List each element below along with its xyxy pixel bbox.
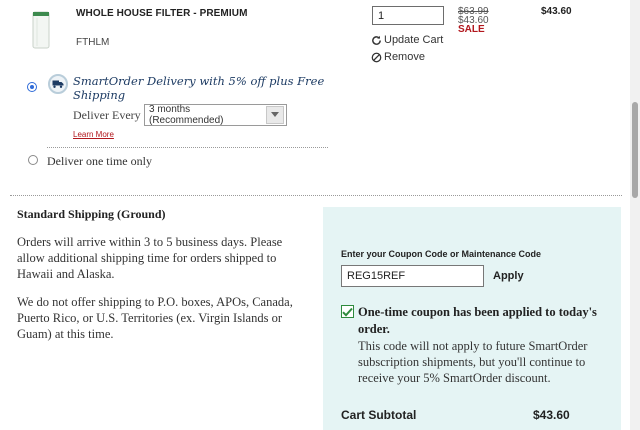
product-image[interactable] [32, 10, 50, 50]
smartorder-label[interactable]: SmartOrder Delivery with 5% off plus Fre… [73, 74, 333, 102]
one-time-label[interactable]: Deliver one time only [47, 154, 152, 169]
frequency-value: 3 months (Recommended) [149, 104, 224, 126]
scrollbar-thumb[interactable] [632, 102, 638, 198]
deliver-every-label: Deliver Every [73, 108, 141, 122]
scrollbar-track[interactable] [630, 0, 640, 430]
remove-label: Remove [384, 51, 425, 63]
apply-button[interactable]: Apply [493, 270, 524, 282]
coupon-applied-title: One-time coupon has been applied to toda… [358, 305, 597, 336]
shipping-info-text: Orders will arrive within 3 to 5 busines… [17, 235, 283, 281]
chevron-down-icon [266, 106, 284, 124]
smartorder-radio[interactable] [27, 82, 37, 92]
shipping-title: Standard Shipping (Ground) [17, 207, 166, 221]
checkmark-icon [341, 305, 354, 318]
product-name[interactable]: WHOLE HOUSE FILTER - PREMIUM [76, 8, 248, 19]
update-cart-label: Update Cart [384, 34, 444, 46]
refresh-icon [371, 35, 382, 46]
product-sku: FTHLM [76, 37, 110, 48]
remove-circle-icon [371, 52, 382, 63]
frequency-select[interactable]: 3 months (Recommended) [144, 104, 287, 126]
shipping-restrictions-text: We do not offer shipping to P.O. boxes, … [17, 295, 293, 341]
coupon-applied-note: This code will not apply to future Smart… [358, 339, 588, 385]
subtotal-label: Cart Subtotal [341, 408, 417, 422]
divider [47, 147, 328, 148]
sale-badge: SALE [458, 24, 485, 35]
quantity-input[interactable] [372, 6, 444, 25]
remove-link[interactable]: Remove [371, 51, 425, 63]
section-divider [10, 195, 622, 196]
coupon-input[interactable] [341, 265, 484, 287]
coupon-label: Enter your Coupon Code or Maintenance Co… [341, 249, 542, 259]
truck-icon [48, 74, 68, 94]
line-total: $43.60 [541, 6, 572, 17]
update-cart-link[interactable]: Update Cart [371, 34, 443, 46]
subtotal-value: $43.60 [533, 408, 570, 422]
one-time-radio[interactable] [28, 155, 38, 165]
learn-more-link[interactable]: Learn More [73, 130, 114, 139]
